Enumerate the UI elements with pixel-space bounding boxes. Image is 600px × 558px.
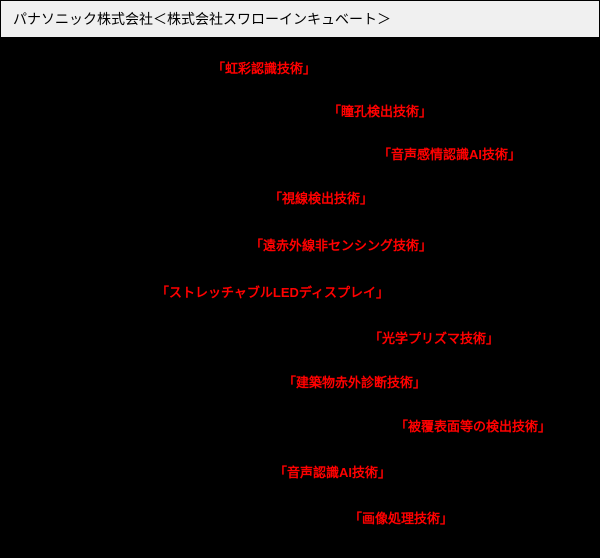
company-header: パナソニック株式会社＜株式会社スワローインキュベート＞ <box>0 0 600 38</box>
tech-label: 遠赤外線非センシング技術 <box>263 238 419 253</box>
tech-item: 「光学プリズマ技術」 <box>369 328 499 347</box>
tech-item: 「音声認識AI技術」 <box>274 462 391 481</box>
tech-label: 被覆表面等の検出技術 <box>408 419 538 434</box>
tech-label: 視線検出技術 <box>282 191 360 206</box>
tech-item: 「画像処理技術」 <box>349 508 453 527</box>
tech-item: 「視線検出技術」 <box>269 188 373 207</box>
tech-item: 「虹彩認識技術」 <box>212 58 316 77</box>
tech-item: 「音声感情認識AI技術」 <box>378 144 521 163</box>
tech-label: 光学プリズマ技術 <box>382 331 486 346</box>
tech-item: 「遠赤外線非センシング技術」 <box>250 235 432 254</box>
tech-label: 音声認識AI技術 <box>287 465 378 480</box>
tech-label: 音声感情認識AI技術 <box>391 147 508 162</box>
tech-label: 瞳孔検出技術 <box>341 104 419 119</box>
tech-label: 虹彩認識技術 <box>225 61 303 76</box>
tech-item: 「被覆表面等の検出技術」 <box>395 416 551 435</box>
company-title: パナソニック株式会社＜株式会社スワローインキュベート＞ <box>13 11 391 27</box>
tech-item: 「ストレッチャブルLEDディスプレイ」 <box>156 282 389 301</box>
tech-label: ストレッチャブルLEDディスプレイ <box>169 285 376 300</box>
tech-item: 「建築物赤外診断技術」 <box>283 372 426 391</box>
tech-label: 建築物赤外診断技術 <box>296 375 413 390</box>
tech-item: 「瞳孔検出技術」 <box>328 101 432 120</box>
tech-label: 画像処理技術 <box>362 511 440 526</box>
